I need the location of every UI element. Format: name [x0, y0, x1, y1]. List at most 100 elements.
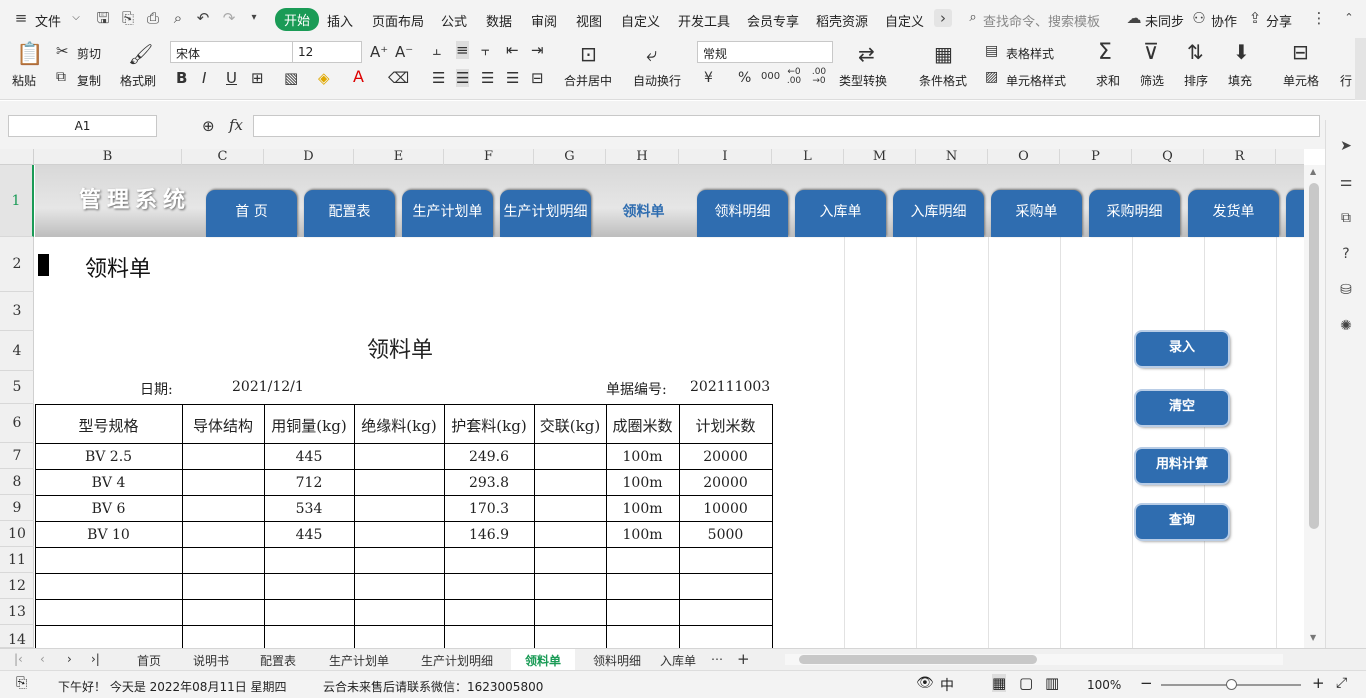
fullscreen-icon[interactable]: ⤢	[1336, 675, 1347, 691]
sync-status[interactable]: 未同步	[1145, 11, 1184, 30]
bold-icon[interactable]: B	[176, 69, 187, 87]
cell-fill-pattern-icon[interactable]: ▧	[284, 69, 298, 87]
entry-button[interactable]: 录入	[1136, 332, 1228, 366]
backup-icon[interactable]: ⛁	[1337, 282, 1355, 300]
export-icon[interactable]: ⎘	[119, 9, 137, 27]
nav-overflow-button[interactable]	[1286, 190, 1304, 237]
more-tabs-icon[interactable]: ⋯	[711, 652, 723, 666]
row-header-11[interactable]: 11	[0, 547, 34, 573]
align-center-icon[interactable]: ☰	[456, 69, 470, 87]
col-header-q[interactable]: Q	[1132, 149, 1204, 165]
tab-production-detail[interactable]: 生产计划明细	[421, 652, 493, 669]
table-cell[interactable]: 5000	[679, 527, 772, 543]
select-pointer-icon[interactable]: ➤	[1337, 138, 1355, 156]
clear-button[interactable]: 清空	[1136, 391, 1228, 425]
fill-button[interactable]: 填充	[1228, 72, 1252, 89]
macro-icon[interactable]: ⎘	[16, 675, 27, 691]
font-grow-icon[interactable]: A⁺	[370, 43, 388, 61]
row-header-8[interactable]: 8	[0, 469, 34, 495]
table-cell[interactable]: 445	[264, 527, 354, 543]
menu-page-layout[interactable]: 页面布局	[372, 11, 424, 30]
align-bottom-icon[interactable]: ⫟	[481, 41, 490, 59]
col-header-l[interactable]: L	[772, 149, 844, 165]
menu-developer[interactable]: 开发工具	[678, 11, 730, 30]
page-break-view-icon[interactable]: ▥	[1045, 674, 1059, 692]
col-header-d[interactable]: D	[264, 149, 354, 165]
nav-production-detail-button[interactable]: 生产计划明细	[500, 190, 591, 237]
settings-sliders-icon[interactable]: ⚌	[1337, 174, 1355, 192]
indent-increase-icon[interactable]: ⇥	[531, 41, 544, 59]
zoom-slider-thumb[interactable]	[1226, 679, 1237, 690]
format-painter-button[interactable]: 格式刷	[120, 72, 156, 89]
sum-button[interactable]: 求和	[1096, 72, 1120, 89]
save-icon[interactable]: 🖫	[94, 9, 112, 27]
collapse-ribbon-icon[interactable]: ⌃	[1340, 9, 1358, 27]
align-middle-icon[interactable]: ≡	[456, 41, 469, 59]
search-input[interactable]: 查找命令、搜索模板	[983, 11, 1100, 30]
share-button[interactable]: 分享	[1266, 11, 1292, 30]
more-icon[interactable]: ⋮	[1310, 9, 1328, 27]
material-calc-button[interactable]: 用料计算	[1136, 449, 1228, 483]
table-cell[interactable]: 445	[264, 449, 354, 465]
row-header-14[interactable]: 14	[0, 625, 34, 648]
add-sheet-icon[interactable]: +	[737, 650, 750, 668]
normal-view-icon[interactable]: ▦	[992, 674, 1007, 692]
chevron-down-icon[interactable]: ⌵	[67, 9, 85, 27]
eye-protection-icon[interactable]: 👁	[916, 675, 934, 691]
tab-inbound[interactable]: 入库单	[660, 652, 696, 669]
decimal-increase-icon[interactable]: ←0 .00	[785, 68, 803, 86]
menu-insert[interactable]: 插入	[327, 11, 353, 30]
menu-member[interactable]: 会员专享	[747, 11, 799, 30]
next-sheet-icon[interactable]: ›	[67, 652, 72, 666]
nav-home-button[interactable]: 首 页	[206, 190, 297, 237]
row-header-9[interactable]: 9	[0, 495, 34, 521]
underline-icon[interactable]: U	[226, 69, 237, 87]
print-icon[interactable]: ⎙	[144, 9, 162, 27]
italic-icon[interactable]: I	[202, 69, 206, 87]
menu-review[interactable]: 审阅	[531, 11, 557, 30]
nav-purchase-detail-button[interactable]: 采购明细	[1089, 190, 1180, 237]
font-name-select[interactable]: 宋体	[170, 41, 294, 63]
table-cell[interactable]: 20000	[679, 475, 772, 491]
font-shrink-icon[interactable]: A⁻	[395, 43, 413, 61]
filter-button[interactable]: 筛选	[1140, 72, 1164, 89]
table-cell[interactable]: 10000	[679, 501, 772, 517]
help-icon[interactable]: ?	[1337, 246, 1355, 264]
row-header-2[interactable]: 2	[0, 237, 34, 292]
function-icon[interactable]: fx	[229, 116, 243, 134]
row-header-1[interactable]: 1	[0, 165, 34, 237]
row-header-3[interactable]: 3	[0, 292, 34, 331]
row-header-10[interactable]: 10	[0, 521, 34, 547]
thousands-icon[interactable]: 000	[761, 71, 780, 82]
zoom-level[interactable]: 100%	[1087, 678, 1121, 692]
date-value[interactable]: 2021/12/1	[232, 379, 304, 395]
print-preview-icon[interactable]: ⌕	[169, 9, 187, 27]
conditional-format-button[interactable]: 条件格式	[919, 72, 967, 89]
type-convert-button[interactable]: 类型转换	[839, 72, 887, 89]
table-cell[interactable]: BV 10	[35, 527, 182, 543]
percent-icon[interactable]: %	[738, 70, 751, 86]
col-header-g[interactable]: G	[534, 149, 606, 165]
cell-button[interactable]: 单元格	[1283, 72, 1319, 89]
zoom-out-icon[interactable]: −	[1140, 674, 1153, 692]
table-cell[interactable]: 712	[264, 475, 354, 491]
cut-button[interactable]: 剪切	[77, 45, 101, 62]
name-box[interactable]: A1	[8, 115, 157, 137]
ribbon-scroll-right[interactable]	[1355, 38, 1366, 100]
col-header-b[interactable]: B	[34, 149, 182, 165]
scroll-down-icon[interactable]: ▼	[1310, 633, 1316, 642]
col-header-m[interactable]: M	[844, 149, 916, 165]
number-format-select[interactable]: 常规	[697, 41, 833, 63]
col-header-c[interactable]: C	[182, 149, 264, 165]
prev-sheet-icon[interactable]: ‹	[40, 652, 45, 666]
col-header-n[interactable]: N	[916, 149, 988, 165]
row-header-5[interactable]: 5	[0, 371, 34, 404]
light-icon[interactable]: ✺	[1337, 318, 1355, 336]
row-button[interactable]: 行	[1340, 72, 1352, 89]
zoom-formula-icon[interactable]: ⊕	[202, 117, 215, 135]
row-header-12[interactable]: 12	[0, 573, 34, 599]
col-header-r[interactable]: R	[1204, 149, 1276, 165]
merge-center-button[interactable]: 合并居中	[564, 72, 612, 89]
border-icon[interactable]: ⊞	[251, 69, 264, 87]
input-method-icon[interactable]: 中	[940, 675, 954, 695]
